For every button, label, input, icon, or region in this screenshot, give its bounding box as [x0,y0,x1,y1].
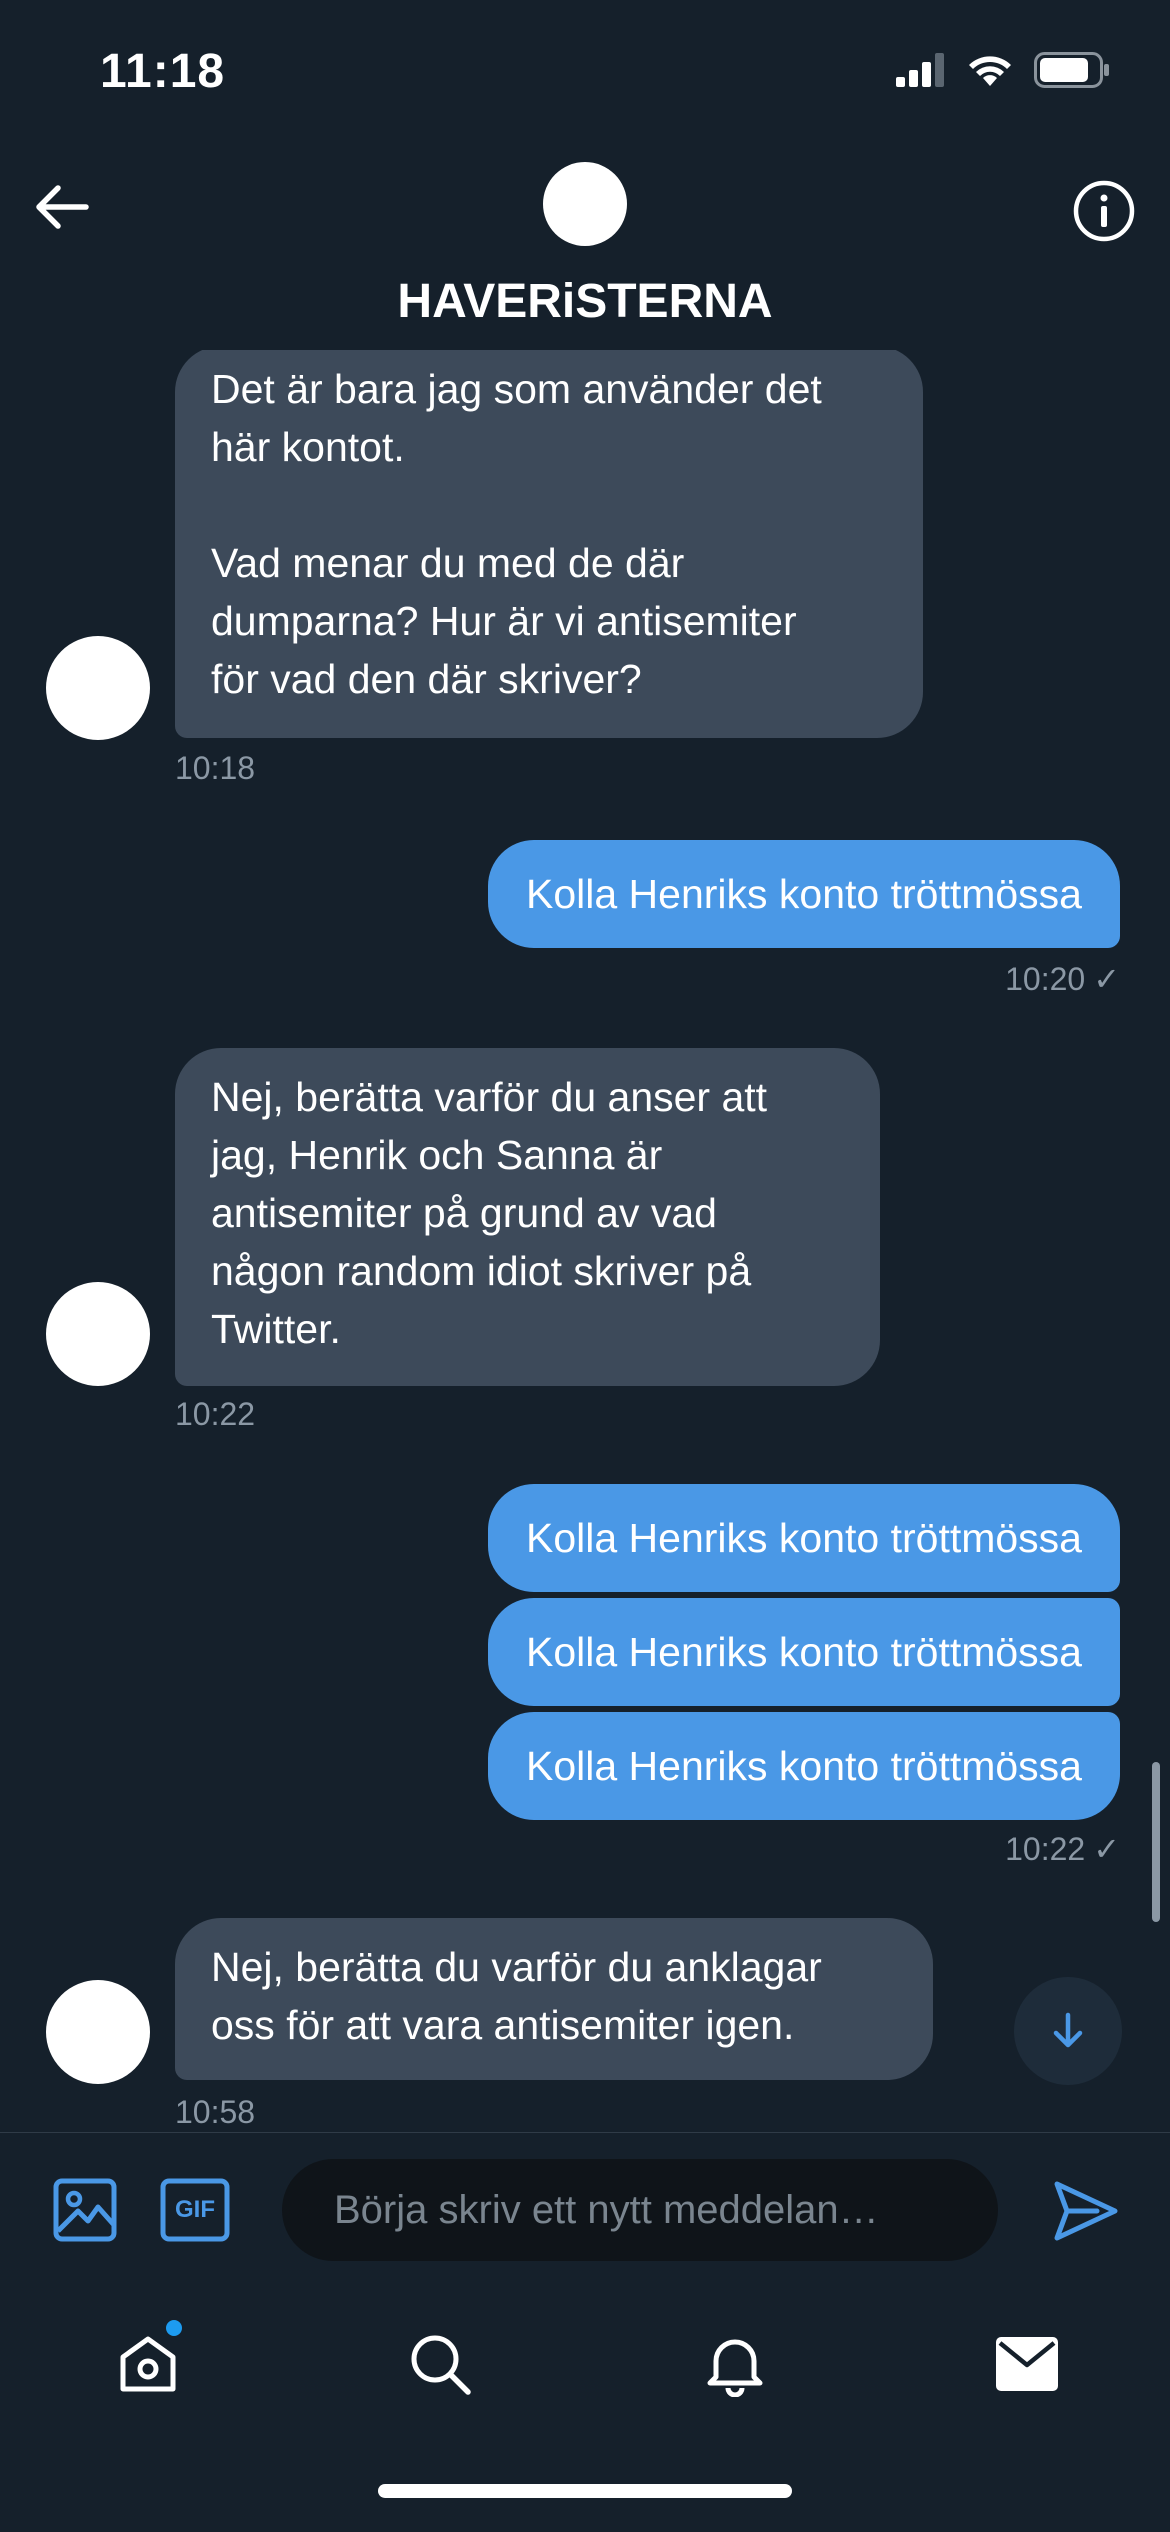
search-icon [411,2335,471,2395]
image-icon [53,2178,117,2242]
scroll-to-bottom-button[interactable] [1014,1977,1122,2085]
incoming-message[interactable]: Det är bara jag som använder det här kon… [175,350,923,738]
battery-icon [1034,52,1109,88]
sender-avatar[interactable]: 😂 [46,1282,150,1386]
message-timestamp: 10:58 [175,2094,256,2130]
message-timestamp: 10:18 [175,750,256,786]
info-button[interactable] [1068,175,1140,247]
status-bar: 11:18 [0,0,1170,150]
bell-icon [707,2339,763,2397]
outgoing-message[interactable]: Kolla Henriks konto tröttmössa [487,1598,1120,1706]
outgoing-message[interactable]: Kolla Henriks konto tröttmössa [487,1712,1120,1820]
status-icons [896,52,1110,88]
message-input[interactable] [282,2159,998,2261]
mail-icon [996,2337,1058,2391]
message-timestamp: 10:22 ✓ [1005,1830,1120,1868]
checkmark-icon: ✓ [1093,1831,1120,1867]
add-image-button[interactable] [50,2175,120,2245]
tab-messages[interactable] [987,2324,1067,2404]
send-icon [1054,2181,1118,2241]
tab-notifications[interactable] [695,2324,775,2404]
wifi-icon [969,56,1011,86]
add-gif-button[interactable]: GIF [160,2175,230,2245]
notification-dot [166,2320,182,2336]
outgoing-message[interactable]: Kolla Henriks konto tröttmössa [487,1484,1120,1592]
status-time: 11:18 [100,45,226,98]
conversation-title[interactable]: HAVERiSTERNA [0,274,1170,329]
tab-search[interactable] [400,2324,480,2404]
message-time: 10:20 [1005,960,1086,997]
message-list[interactable]: Det är bara jag som använder det här kon… [0,350,1170,2132]
tab-home[interactable] [108,2320,188,2404]
outgoing-message[interactable]: Kolla Henriks konto tröttmössa [487,840,1120,948]
send-button[interactable] [1048,2173,1124,2249]
home-indicator[interactable] [378,2484,792,2498]
incoming-message[interactable]: Nej, berätta varför du anser att jag, He… [175,1048,880,1386]
home-icon [120,2336,176,2392]
sender-avatar[interactable]: 😂 [46,636,150,740]
message-timestamp: 10:22 [175,1396,256,1432]
message-composer: GIF [0,2132,1170,2283]
arrow-down-icon [1053,2012,1083,2048]
sender-avatar[interactable]: 😂 [46,1980,150,2084]
incoming-message[interactable]: Nej, berätta du varför du anklagar oss f… [175,1918,933,2080]
info-icon [1073,180,1135,242]
scrollbar[interactable] [1152,1762,1160,1922]
checkmark-icon: ✓ [1093,961,1120,997]
message-time: 10:22 [1005,1830,1086,1867]
gif-label: GIF [175,2196,215,2223]
message-timestamp: 10:20 ✓ [1005,960,1120,998]
cellular-signal-icon [896,53,944,87]
arrow-left-icon [36,185,89,229]
group-avatar[interactable]: 😂 [543,162,627,246]
conversation-header: 😂 HAVERiSTERNA [0,150,1170,350]
back-button[interactable] [30,175,94,239]
